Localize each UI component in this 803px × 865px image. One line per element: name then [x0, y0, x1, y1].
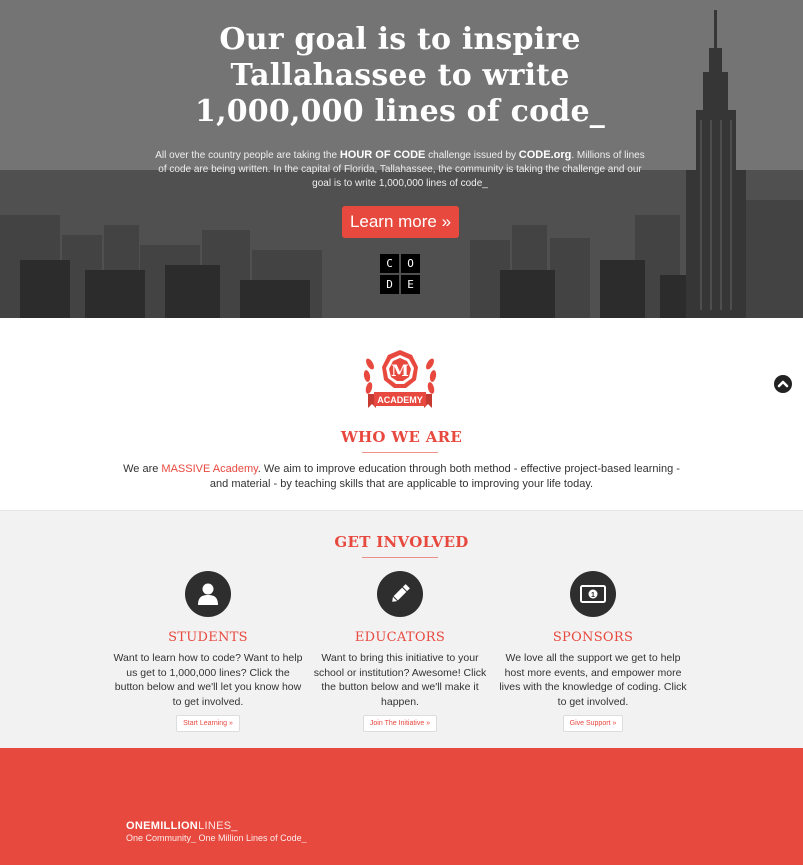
code-logo-letter: E	[401, 275, 420, 294]
svg-text:1: 1	[591, 592, 595, 599]
learn-more-button[interactable]: Learn more »	[342, 206, 459, 238]
sponsors-text: We love all the support we get to help h…	[499, 652, 687, 708]
sponsors-heading: SPONSORS	[552, 630, 634, 645]
pencil-icon	[377, 571, 423, 617]
academy-logo: M ACADEMY	[363, 350, 437, 408]
get-involved-section: GET INVOLVED STUDENTS Want to learn how …	[0, 510, 803, 748]
get-involved-title: GET INVOLVED	[334, 533, 469, 551]
educators-heading: EDUCATORS	[354, 630, 446, 645]
academy-logo-letter: M	[391, 361, 409, 380]
hero-description: All over the country people are taking t…	[150, 148, 650, 191]
brand-bold: ONEMILLION	[126, 820, 199, 832]
start-learning-button[interactable]: Start Learning »	[176, 715, 240, 732]
code-org-logo[interactable]: C O D E	[380, 254, 420, 294]
who-we-are-title: WHO WE ARE	[340, 428, 463, 446]
educators-text: Want to bring this initiative to your sc…	[313, 652, 487, 708]
brand-light: LINES_	[198, 820, 238, 832]
educators-column: EDUCATORS Want to bring this initiative …	[305, 571, 495, 732]
hour-of-code-label: HOUR OF CODE	[339, 149, 426, 161]
who-we-are-text: We are MASSIVE Academy. We aim to improv…	[118, 462, 685, 492]
give-support-button[interactable]: Give Support »	[562, 715, 624, 732]
who-we-are-section: M ACADEMY WHO WE ARE We are MASSIVE Acad…	[0, 318, 803, 510]
sponsors-column: 1 SPONSORS We love all the support we ge…	[498, 571, 688, 732]
user-icon	[185, 571, 231, 617]
hero-text-part: challenge issued by	[425, 150, 519, 161]
who-text-part: We are	[123, 463, 162, 475]
code-logo-letter: C	[380, 254, 399, 273]
who-text-part: . We aim to improve education through bo…	[209, 463, 680, 490]
students-column: STUDENTS Want to learn how to code? Want…	[113, 571, 303, 732]
title-divider	[362, 557, 438, 558]
students-text: Want to learn how to code? Want to help …	[113, 652, 303, 708]
students-heading: STUDENTS	[168, 630, 248, 645]
massive-academy-link[interactable]: MASSIVE Academy	[161, 463, 257, 475]
code-logo-letter: D	[380, 275, 399, 294]
footer-tagline: One Community_ One Million Lines of Code…	[126, 833, 307, 843]
hero-text-part: All over the country people are taking t…	[155, 150, 340, 161]
code-logo-letter: O	[401, 254, 420, 273]
hero-section: Our goal is to inspire Tallahassee to wr…	[0, 0, 803, 318]
join-initiative-button[interactable]: Join The Initiative »	[362, 715, 438, 732]
footer: ONEMILLIONLINES_ One Community_ One Mill…	[0, 748, 803, 865]
scroll-top-icon[interactable]	[774, 375, 792, 393]
title-divider	[362, 452, 438, 453]
code-org-label: CODE.org	[518, 149, 572, 161]
footer-brand[interactable]: ONEMILLIONLINES_	[126, 820, 238, 832]
hero-title: Our goal is to inspire Tallahassee to wr…	[195, 22, 605, 129]
money-icon: 1	[570, 571, 616, 617]
academy-logo-banner: ACADEMY	[377, 395, 423, 405]
